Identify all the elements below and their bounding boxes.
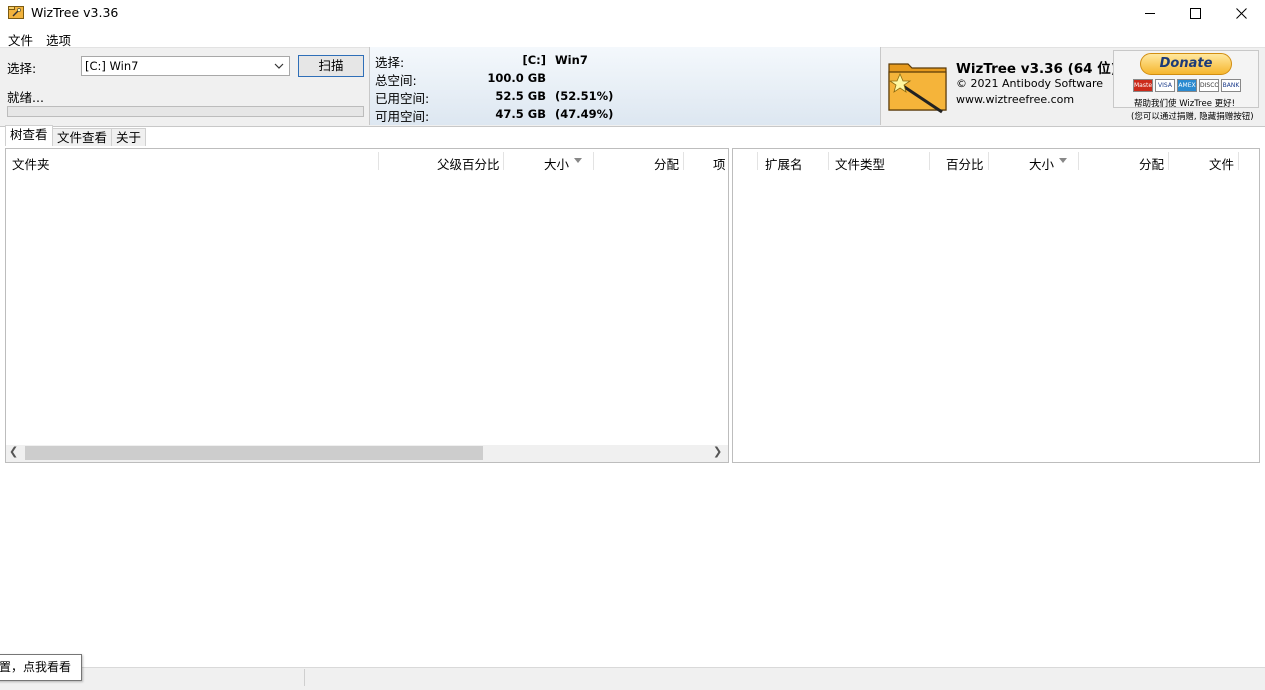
col-separator[interactable]	[988, 152, 989, 170]
scroll-left-icon[interactable]: ❮	[9, 445, 18, 458]
info-free-label: 可用空间:	[375, 109, 430, 124]
col-header-allocated[interactable]: 分配	[654, 154, 679, 173]
col-header-extension[interactable]: 扩展名	[765, 154, 803, 173]
info-select-extra: Win7	[555, 53, 588, 67]
menu-bar	[0, 27, 1265, 47]
drive-select[interactable]: [C:] Win7	[81, 56, 290, 76]
treemap-area[interactable]	[0, 464, 1265, 667]
amex-icon: AMEX	[1177, 79, 1197, 92]
bank-icon: BANK	[1221, 79, 1241, 92]
tree-view-pane[interactable]	[5, 148, 729, 463]
window-title: WizTree v3.36	[31, 5, 119, 20]
close-icon	[1235, 7, 1247, 19]
tab-about[interactable]: 关于	[111, 128, 147, 146]
info-select-value: [C:]	[522, 53, 546, 67]
tab-file-view[interactable]: 文件查看	[52, 128, 113, 146]
col-separator[interactable]	[1168, 152, 1169, 170]
donate-caption: 帮助我们使 WizTree 更好!	[1134, 99, 1236, 109]
title-bar	[0, 0, 1265, 26]
info-free-percent: (47.49%)	[555, 107, 614, 121]
col-header-ext-allocated[interactable]: 分配	[1139, 154, 1164, 173]
col-header-ext-size[interactable]: 大小	[1029, 154, 1054, 173]
info-used-value: 52.5 GB	[495, 89, 546, 103]
visa-icon: VISA	[1155, 79, 1175, 92]
app-icon	[8, 5, 24, 19]
discover-icon: DISCOVER	[1199, 79, 1219, 92]
tab-bar	[0, 125, 1265, 147]
brand-title: WizTree v3.36 (64 位)	[956, 61, 1117, 77]
col-header-items[interactable]: 项	[713, 154, 726, 173]
info-used-label: 已用空间:	[375, 91, 430, 106]
info-total-value: 100.0 GB	[487, 71, 546, 85]
col-separator[interactable]	[828, 152, 829, 170]
info-free-value: 47.5 GB	[495, 107, 546, 121]
drive-info-panel	[369, 47, 881, 125]
col-header-size[interactable]: 大小	[544, 154, 569, 173]
col-separator[interactable]	[593, 152, 594, 170]
progress-bar	[7, 106, 364, 117]
brand-copyright: © 2021 Antibody Software	[956, 77, 1104, 90]
col-header-parent-percent[interactable]: 父级百分比	[437, 154, 500, 173]
scroll-right-icon[interactable]: ❯	[713, 445, 722, 458]
col-header-percent[interactable]: 百分比	[946, 154, 984, 173]
status-bar-separator	[304, 669, 305, 686]
col-separator[interactable]	[378, 152, 379, 170]
wiztree-logo-icon[interactable]	[886, 54, 950, 116]
col-header-files[interactable]: 文件	[1209, 154, 1234, 173]
select-label: 选择:	[7, 61, 37, 76]
info-select-label: 选择:	[375, 55, 405, 70]
brand-url-link[interactable]: www.wiztreefree.com	[956, 93, 1074, 106]
mastercard-icon: MasterCard	[1133, 79, 1153, 92]
sort-down-icon	[1059, 158, 1067, 163]
col-separator[interactable]	[683, 152, 684, 170]
scan-button[interactable]: 扫描	[298, 55, 364, 77]
col-separator[interactable]	[757, 152, 758, 170]
chevron-down-icon	[274, 63, 284, 69]
col-separator[interactable]	[1078, 152, 1079, 170]
minimize-icon	[1145, 13, 1155, 14]
col-separator[interactable]	[1238, 152, 1239, 170]
tooltip: 置，点我看看	[0, 654, 82, 681]
donate-button[interactable]: Donate	[1140, 53, 1232, 75]
status-text: 就绪...	[7, 90, 44, 105]
col-separator[interactable]	[929, 152, 930, 170]
donate-hint: (您可以通过捐赠, 隐藏捐赠按钮)	[1131, 112, 1254, 122]
close-button[interactable]	[1218, 0, 1264, 26]
sort-down-icon	[574, 158, 582, 163]
extension-view-pane[interactable]	[732, 148, 1260, 463]
info-used-percent: (52.51%)	[555, 89, 614, 103]
scrollbar-thumb[interactable]	[25, 446, 483, 460]
drive-select-value: [C:] Win7	[85, 59, 139, 73]
info-total-label: 总空间:	[375, 73, 417, 88]
maximize-button[interactable]	[1172, 0, 1218, 26]
maximize-icon	[1189, 7, 1201, 19]
tab-tree-view[interactable]: 树查看	[5, 125, 53, 146]
col-header-folder[interactable]: 文件夹	[12, 154, 50, 173]
minimize-button[interactable]	[1127, 0, 1173, 26]
col-separator[interactable]	[503, 152, 504, 170]
col-header-file-type[interactable]: 文件类型	[835, 154, 885, 173]
status-bar	[0, 667, 1265, 690]
